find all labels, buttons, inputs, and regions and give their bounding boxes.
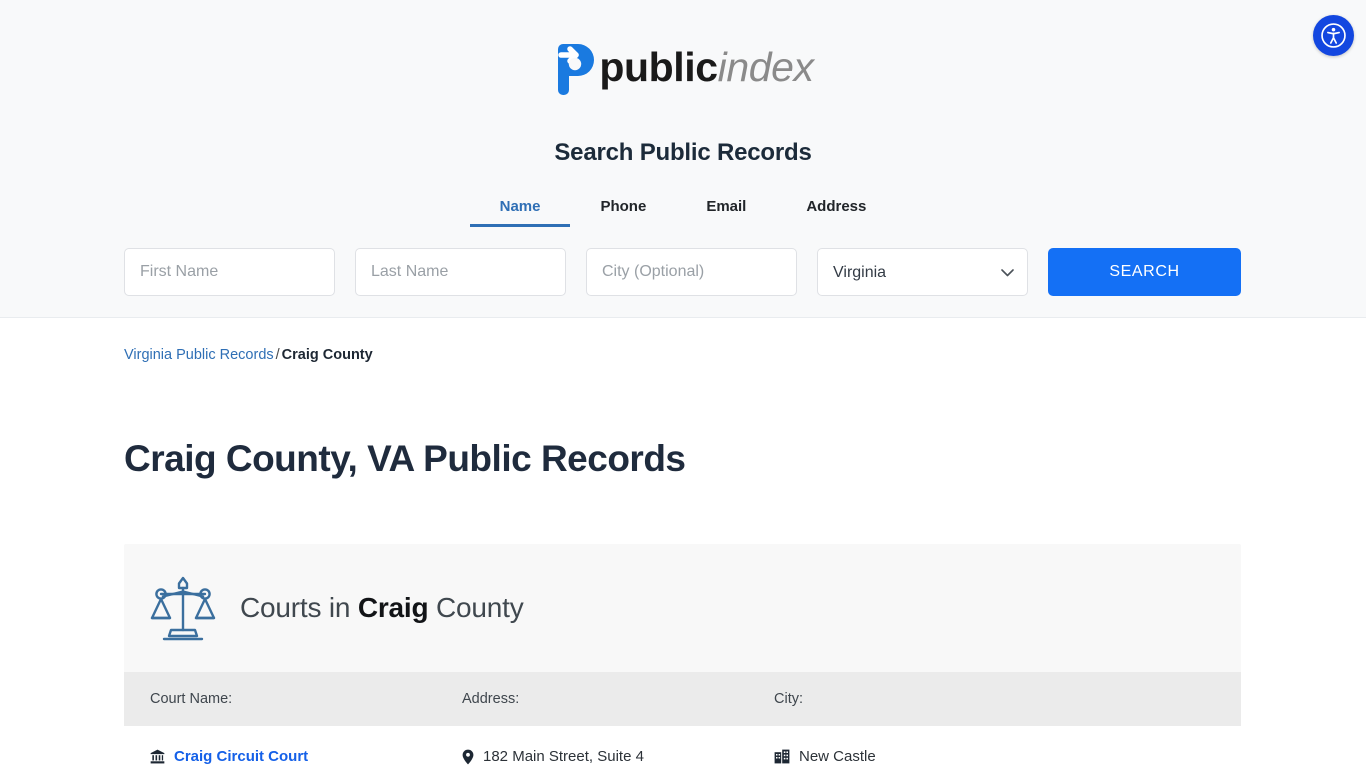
cell-city: New Castle xyxy=(774,726,1241,768)
breadcrumb-separator: / xyxy=(275,347,280,363)
city-text: New Castle xyxy=(799,748,876,765)
search-button[interactable]: SEARCH xyxy=(1048,248,1241,296)
city-input[interactable] xyxy=(586,248,797,296)
table-header-row: Court Name: Address: City: xyxy=(124,672,1241,726)
breadcrumb: Virginia Public Records / Craig County xyxy=(124,347,373,363)
scales-of-justice-icon xyxy=(150,576,216,641)
accessibility-widget-button[interactable] xyxy=(1313,15,1354,56)
tab-phone[interactable]: Phone xyxy=(570,194,676,227)
courts-table: Court Name: Address: City: Craig Circuit… xyxy=(124,672,1241,768)
logo-text-index: index xyxy=(717,43,814,90)
heading-suffix: County xyxy=(428,592,524,623)
site-header: publicindex Search Public Records Name P… xyxy=(0,0,1366,318)
map-pin-icon xyxy=(462,749,474,764)
cell-address: 182 Main Street, Suite 4 xyxy=(462,726,774,768)
cell-court-name: Craig Circuit Court xyxy=(124,726,462,768)
courthouse-icon xyxy=(150,749,165,764)
courts-card: Courts in Craig County Court Name: Addre… xyxy=(124,544,1241,768)
courts-card-header: Courts in Craig County xyxy=(124,544,1241,672)
column-header-address: Address: xyxy=(462,672,774,726)
state-select-wrapper: Virginia xyxy=(817,248,1028,296)
tab-email[interactable]: Email xyxy=(676,194,776,227)
page-title: Craig County, VA Public Records xyxy=(124,438,686,479)
column-header-city: City: xyxy=(774,672,1241,726)
courts-card-heading: Courts in Craig County xyxy=(240,592,524,624)
publicindex-p-arrow-logo xyxy=(558,44,595,95)
heading-prefix: Courts in xyxy=(240,592,358,623)
accessibility-person-icon xyxy=(1321,23,1346,48)
search-section-title: Search Public Records xyxy=(554,139,812,166)
address-text: 182 Main Street, Suite 4 xyxy=(483,748,644,765)
breadcrumb-current: Craig County xyxy=(281,347,373,363)
court-name-link[interactable]: Craig Circuit Court xyxy=(174,748,308,765)
heading-county: Craig xyxy=(357,592,429,623)
logo-text-public: public xyxy=(599,43,718,90)
state-select[interactable]: Virginia xyxy=(817,248,1028,296)
site-logo[interactable]: publicindex xyxy=(0,36,1366,98)
first-name-input[interactable] xyxy=(124,248,335,296)
courts-table-head: Court Name: Address: City: xyxy=(124,672,1241,726)
table-row: Craig Circuit Court 182 Main Street, Sui… xyxy=(124,726,1241,768)
last-name-input[interactable] xyxy=(355,248,566,296)
breadcrumb-link-virginia[interactable]: Virginia Public Records xyxy=(124,347,274,363)
column-header-court-name: Court Name: xyxy=(124,672,462,726)
tab-address[interactable]: Address xyxy=(776,194,896,227)
city-buildings-icon xyxy=(774,749,790,764)
tab-name[interactable]: Name xyxy=(469,194,571,227)
courts-table-body: Craig Circuit Court 182 Main Street, Sui… xyxy=(124,726,1241,768)
search-type-tabs: Name Phone Email Address xyxy=(0,194,1366,227)
people-search-form: Virginia SEARCH xyxy=(124,248,1241,296)
